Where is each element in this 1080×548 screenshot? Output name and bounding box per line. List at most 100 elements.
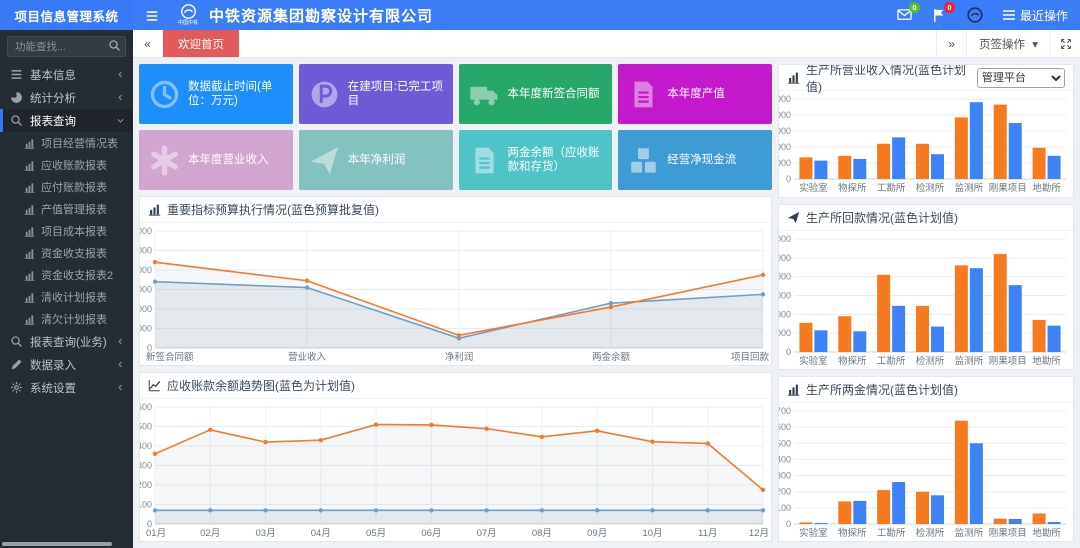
svg-text:营业收入: 营业收入: [288, 351, 327, 363]
svg-text:4000: 4000: [779, 272, 791, 282]
svg-text:6000: 6000: [779, 234, 791, 244]
sidebar-scrollbar[interactable]: [2, 542, 112, 546]
bar-chart-icon: [24, 270, 35, 281]
sidebar-subitem[interactable]: 资金收支报表: [0, 242, 133, 264]
tile-label: 两金余额（应收账款和存货）: [508, 146, 605, 175]
svg-text:项目回款: 项目回款: [731, 351, 770, 363]
sidebar-subitem[interactable]: 项目成本报表: [0, 220, 133, 242]
recent-operations-label: 最近操作: [1020, 7, 1068, 24]
tile-label: 数据截止时间(单位：万元): [188, 80, 285, 109]
kpi-tile[interactable]: 本年净利润: [299, 130, 453, 190]
svg-text:600: 600: [140, 402, 152, 412]
sidebar-item[interactable]: 报表查询: [0, 109, 133, 132]
svg-text:0: 0: [786, 519, 791, 529]
bar-chart-icon: [148, 203, 161, 216]
sidebar-item[interactable]: 基本信息: [0, 63, 133, 86]
sidebar-subitem[interactable]: 应收账款报表: [0, 154, 133, 176]
tile-label: 在建项目:已完工项目: [348, 80, 445, 109]
chart-title: 生产所回款情况(蓝色计划值): [806, 209, 958, 226]
sidebar-subitem[interactable]: 项目经营情况表: [0, 132, 133, 154]
revenue-bar-chart: 010002000300040005000实验室物探所工勘所检测所监测所刚果项目…: [779, 91, 1073, 195]
sidebar-item[interactable]: 报表查询(业务): [0, 330, 133, 353]
kpi-tile[interactable]: 两金余额（应收账款和存货）: [459, 130, 613, 190]
document-icon: [469, 145, 500, 176]
sidebar: 项目信息管理系统 基本信息统计分析报表查询项目经营情况表应收账款报表应付账款报表…: [0, 0, 133, 548]
search-icon[interactable]: [108, 39, 121, 52]
revenue-by-dept-card: 生产所营业收入情况(蓝色计划值) 管理平台 010002000300040005…: [778, 64, 1074, 198]
svg-text:200: 200: [140, 480, 152, 490]
svg-text:100: 100: [779, 503, 791, 513]
svg-text:200: 200: [779, 487, 791, 497]
chart-title: 生产所两金情况(蓝色计划值): [806, 381, 958, 398]
chart-title-bar: 生产所营业收入情况(蓝色计划值) 管理平台: [779, 65, 1073, 91]
svg-text:02月: 02月: [200, 528, 220, 539]
sidebar-item[interactable]: 统计分析: [0, 86, 133, 109]
tab-welcome[interactable]: 欢迎首页: [163, 30, 239, 57]
kpi-tile[interactable]: 在建项目:已完工项目: [299, 64, 453, 124]
svg-text:06月: 06月: [421, 528, 441, 539]
sidebar-subitem[interactable]: 清收计划报表: [0, 286, 133, 308]
sidebar-menu: 基本信息统计分析报表查询项目经营情况表应收账款报表应付账款报表产值管理报表项目成…: [0, 63, 133, 548]
chart-title: 生产所营业收入情况(蓝色计划值): [806, 64, 971, 95]
svg-text:2000: 2000: [779, 309, 791, 319]
bar-chart-icon: [24, 292, 35, 303]
flag-icon[interactable]: 0: [932, 8, 947, 22]
chart-title-bar: 生产所回款情况(蓝色计划值): [779, 205, 1073, 231]
sidebar-subitem[interactable]: 清欠计划报表: [0, 308, 133, 330]
kpi-tile[interactable]: 本年度新签合同额: [459, 64, 613, 124]
sidebar-subitem[interactable]: 产值管理报表: [0, 198, 133, 220]
main-panel: 中国中铁 中铁资源集团勘察设计有限公司 0 0 最近操作: [133, 0, 1080, 548]
svg-text:11月: 11月: [698, 528, 717, 539]
svg-text:刚果项目: 刚果项目: [989, 528, 1027, 539]
svg-text:新签合同额: 新签合同额: [146, 351, 194, 363]
asterisk-icon: [149, 145, 180, 176]
svg-text:4000: 4000: [140, 265, 152, 275]
receivables-trend-card: 应收账款余额趋势图(蓝色为计划值) 010020030040050060001月…: [139, 372, 772, 542]
svg-text:工勘所: 工勘所: [877, 528, 906, 539]
svg-text:12月: 12月: [749, 528, 769, 539]
svg-text:400: 400: [779, 454, 791, 464]
sidebar-item-label: 统计分析: [30, 90, 76, 106]
kpi-tile[interactable]: 经营净现金流: [618, 130, 772, 190]
kpi-tile[interactable]: 本年度产值: [618, 64, 772, 124]
svg-text:地勘所: 地勘所: [1032, 355, 1061, 367]
sidebar-subitem-label: 应收账款报表: [41, 157, 107, 173]
svg-text:2000: 2000: [779, 142, 791, 152]
tab-operations-dropdown[interactable]: 页签操作 ▾: [966, 30, 1050, 57]
sidebar-subitem[interactable]: 资金收支报表2: [0, 264, 133, 286]
collections-by-dept-card: 生产所回款情况(蓝色计划值) 0100020003000400050006000…: [778, 204, 1074, 370]
svg-text:05月: 05月: [366, 528, 386, 539]
svg-text:0: 0: [786, 347, 791, 357]
fullscreen-icon[interactable]: [1050, 30, 1080, 57]
sidebar-item[interactable]: 系统设置: [0, 376, 133, 399]
scroll-tabs-right-button[interactable]: »: [936, 30, 966, 57]
svg-text:04月: 04月: [311, 528, 331, 539]
kpi-tile[interactable]: 本年度营业收入: [139, 130, 293, 190]
sidebar-item-label: 报表查询: [30, 113, 76, 129]
tile-label: 本年度营业收入: [188, 153, 269, 167]
tile-label: 经营净现金流: [667, 153, 736, 167]
scroll-tabs-left-button[interactable]: «: [133, 30, 163, 57]
sidebar-subitem[interactable]: 应付账款报表: [0, 176, 133, 198]
logo-caption: 中国中铁: [178, 22, 198, 27]
svg-text:5000: 5000: [779, 253, 791, 263]
company-logo: 中国中铁: [177, 3, 199, 27]
pie-chart-icon: [10, 91, 23, 104]
mail-icon[interactable]: 0: [897, 8, 912, 22]
kpi-tile[interactable]: 数据截止时间(单位：万元): [139, 64, 293, 124]
svg-text:1000: 1000: [140, 324, 152, 334]
list-icon: [1003, 10, 1015, 20]
parking-circle-icon: [309, 79, 340, 110]
crec-emblem-icon: [967, 7, 983, 23]
chart-title-bar: 应收账款余额趋势图(蓝色为计划值): [140, 373, 771, 399]
menu-toggle-icon[interactable]: [145, 9, 159, 21]
sidebar-item[interactable]: 数据录入: [0, 353, 133, 376]
svg-text:0: 0: [786, 174, 791, 184]
right-column: 生产所营业收入情况(蓝色计划值) 管理平台 010002000300040005…: [778, 64, 1074, 542]
logo-emblem-icon: [180, 3, 197, 20]
platform-select[interactable]: 管理平台: [977, 68, 1065, 88]
recent-operations-button[interactable]: 最近操作: [1003, 7, 1068, 24]
svg-text:700: 700: [779, 406, 791, 416]
tile-label: 本年度新签合同额: [508, 87, 600, 101]
bar-chart-icon: [24, 138, 35, 149]
